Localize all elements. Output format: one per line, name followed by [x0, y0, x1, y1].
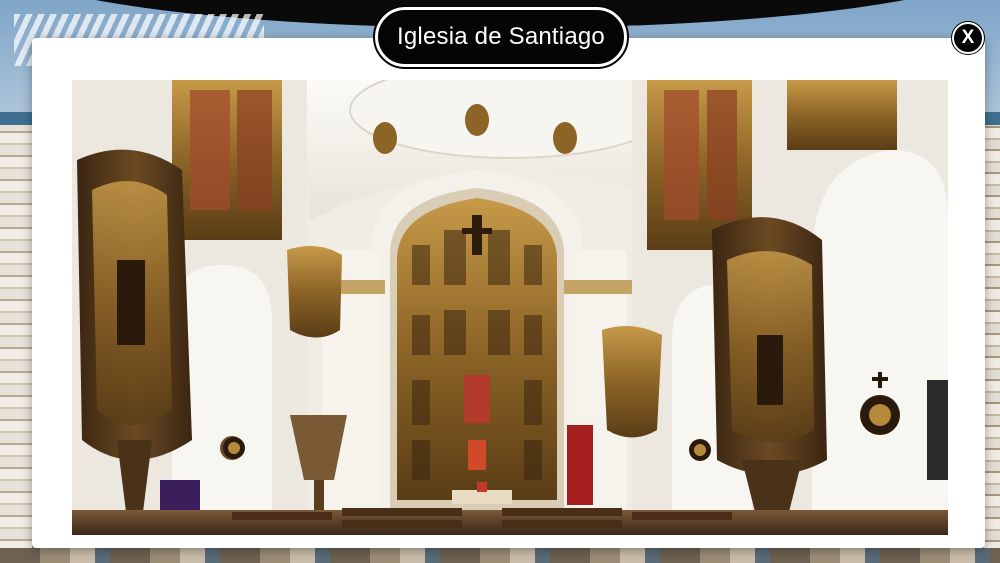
background-city-bottom	[0, 548, 1000, 563]
church-interior-photo	[72, 80, 948, 535]
close-button[interactable]: X	[951, 21, 985, 55]
modal-title-pill: Iglesia de Santiago	[373, 5, 629, 69]
modal-title: Iglesia de Santiago	[397, 23, 605, 50]
close-icon: X	[961, 27, 975, 48]
app-stage: Iglesia de Santiago X	[0, 0, 1000, 563]
background-city-right	[984, 125, 1000, 563]
background-city-left	[0, 125, 32, 563]
